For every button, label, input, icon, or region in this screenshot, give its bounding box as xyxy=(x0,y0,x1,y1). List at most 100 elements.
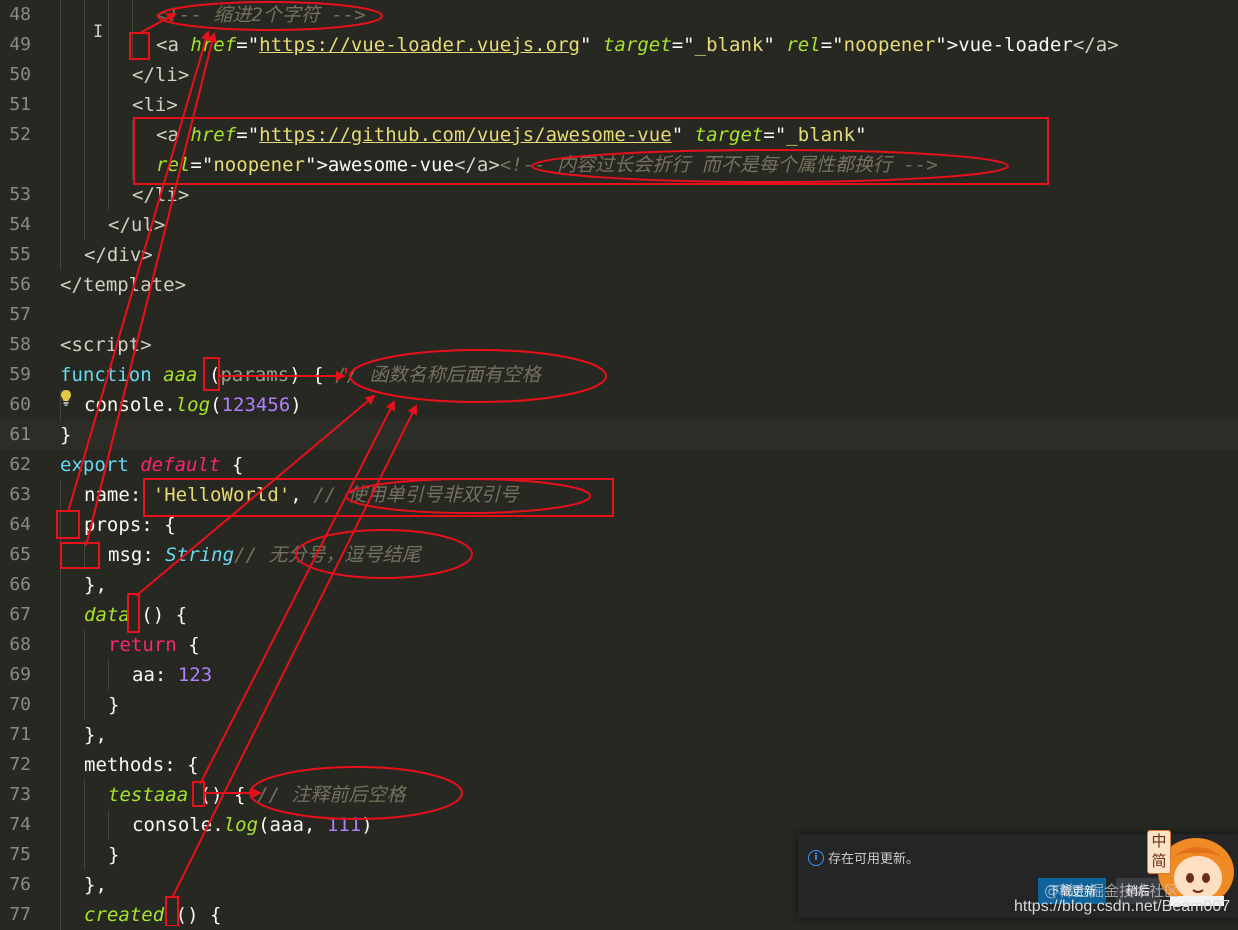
code-text[interactable]: msg: String// 无分号，逗号结尾 xyxy=(108,540,421,570)
code-line[interactable]: 54 </ul> xyxy=(0,210,1238,240)
code-token: </li> xyxy=(132,184,190,206)
line-number: 76 xyxy=(9,874,31,895)
indent-guide xyxy=(60,600,61,630)
code-line[interactable]: 62 export default { xyxy=(0,450,1238,480)
indent-guide xyxy=(60,720,61,750)
code-text[interactable]: }, xyxy=(84,720,107,750)
code-text[interactable]: props: { xyxy=(84,510,176,540)
code-line[interactable]: 66}, xyxy=(0,570,1238,600)
code-text[interactable]: <a href="https://vue-loader.vuejs.org" t… xyxy=(156,30,1119,60)
code-line[interactable]: 52 <a href="https://github.com/vuejs/awes… xyxy=(0,120,1238,150)
code-token: }, xyxy=(84,874,107,896)
code-line[interactable]: rel="noopener">awesome-vue</a><!-- 内容过长会… xyxy=(0,150,1238,180)
line-number: 56 xyxy=(9,274,31,295)
code-text[interactable]: console.log(aaa, 111) xyxy=(132,810,373,840)
code-text[interactable]: } xyxy=(60,420,71,450)
code-line[interactable]: 68 return { xyxy=(0,630,1238,660)
code-line[interactable]: 61} xyxy=(0,420,1238,450)
indent-guide xyxy=(108,180,109,210)
indent-guide xyxy=(60,660,61,690)
code-editor[interactable]: 48 <!-- 缩进2个字符 --> 49 <a href="https://vue-… xyxy=(0,0,1238,930)
code-line[interactable]: 65 msg: String// 无分号，逗号结尾 xyxy=(0,540,1238,570)
code-line[interactable]: 70} xyxy=(0,690,1238,720)
indent-guide xyxy=(60,60,61,90)
code-line[interactable]: 58 <script> xyxy=(0,330,1238,360)
code-line[interactable]: 63 name: 'HelloWorld', // 使用单引号非双引号 xyxy=(0,480,1238,510)
code-token: rel xyxy=(156,154,191,176)
code-line[interactable]: 49 <a href="https://vue-loader.vuejs.org"… xyxy=(0,30,1238,60)
code-text[interactable]: <!-- 缩进2个字符 --> xyxy=(156,0,366,30)
code-text[interactable]: } xyxy=(108,690,119,720)
code-token: log xyxy=(223,814,259,836)
code-token: 111 xyxy=(326,814,362,836)
code-text[interactable]: <a href="https://github.com/vuejs/awesom… xyxy=(156,120,867,150)
code-token: ( xyxy=(210,394,222,416)
code-line[interactable]: 73 testaaa () { // 注释前后空格 xyxy=(0,780,1238,810)
code-token: </div> xyxy=(84,244,153,266)
code-token: <!-- 缩进2个字符 --> xyxy=(156,4,366,26)
line-number: 73 xyxy=(9,784,31,805)
code-line[interactable]: 71}, xyxy=(0,720,1238,750)
code-line[interactable]: 55 </div> xyxy=(0,240,1238,270)
code-token: target xyxy=(694,124,764,146)
code-text[interactable]: return { xyxy=(108,630,200,660)
code-line[interactable]: 48 <!-- 缩进2个字符 --> xyxy=(0,0,1238,30)
code-text[interactable]: export default { xyxy=(60,450,243,480)
code-token: } xyxy=(60,424,72,446)
code-token: href xyxy=(190,124,237,146)
code-text[interactable]: }, xyxy=(84,570,107,600)
code-text[interactable]: methods: { xyxy=(84,750,199,780)
indent-guide xyxy=(60,840,61,870)
line-number: 58 xyxy=(9,334,31,355)
code-text[interactable]: </li> xyxy=(132,60,189,90)
code-text[interactable]: }, xyxy=(84,870,107,900)
code-text[interactable]: </div> xyxy=(84,240,153,270)
code-text[interactable]: <li> xyxy=(132,90,178,120)
line-number: 48 xyxy=(9,4,31,25)
code-text[interactable]: </ul> xyxy=(108,210,165,240)
code-line[interactable]: 51 <li> xyxy=(0,90,1238,120)
code-token: </ul> xyxy=(108,214,166,236)
code-text[interactable]: rel="noopener">awesome-vue</a><!-- 内容过长会… xyxy=(156,150,938,180)
code-text[interactable]: name: 'HelloWorld', // 使用单引号非双引号 xyxy=(84,480,519,510)
code-text[interactable]: aa: 123 xyxy=(132,660,212,690)
language-badge[interactable]: 中 简 xyxy=(1147,830,1171,874)
code-text[interactable]: <script> xyxy=(60,330,152,360)
code-token: https://vue-loader.vuejs.org xyxy=(259,34,581,56)
code-line[interactable]: 69 aa: 123 xyxy=(0,660,1238,690)
code-text[interactable]: function aaa (params) { // 函数名称后面有空格 xyxy=(60,360,541,390)
line-number: 64 xyxy=(9,514,31,535)
code-text[interactable]: } xyxy=(108,840,119,870)
code-line[interactable]: 60 console.log(123456) xyxy=(0,390,1238,420)
lightbulb-icon[interactable] xyxy=(60,389,72,407)
code-text[interactable]: </li> xyxy=(132,180,189,210)
code-text[interactable]: testaaa () { // 注释前后空格 xyxy=(108,780,405,810)
code-line[interactable]: 67 data () { xyxy=(0,600,1238,630)
code-text[interactable]: console.log(123456) xyxy=(84,390,302,420)
code-text[interactable]: data () { xyxy=(84,600,187,630)
code-line[interactable]: 56 </template> xyxy=(0,270,1238,300)
line-number: 57 xyxy=(9,304,31,325)
indent-guide xyxy=(84,630,85,660)
code-line[interactable]: 59 function aaa (params) { // 函数名称后面有空格 xyxy=(0,360,1238,390)
indent-guide xyxy=(108,150,109,180)
code-line[interactable]: 72 methods: { xyxy=(0,750,1238,780)
badge-bottom-char: 简 xyxy=(1151,852,1167,870)
code-line[interactable]: 53 </li> xyxy=(0,180,1238,210)
line-number: 68 xyxy=(9,634,31,655)
code-text[interactable]: </template> xyxy=(60,270,186,300)
indent-guide xyxy=(108,90,109,120)
code-token: log xyxy=(175,394,211,416)
code-token: // 函数名称后面有空格 xyxy=(335,364,541,386)
code-token: (aaa, xyxy=(258,814,327,836)
indent-guide xyxy=(60,510,61,540)
line-number: 70 xyxy=(9,694,31,715)
code-token: </a> xyxy=(1072,34,1119,56)
code-line[interactable]: 50 </li> xyxy=(0,60,1238,90)
code-token: =" xyxy=(820,34,844,56)
code-line[interactable]: 64 props: { xyxy=(0,510,1238,540)
code-line[interactable]: 57 xyxy=(0,300,1238,330)
code-token: noopener xyxy=(213,154,305,176)
code-token: =" xyxy=(236,124,260,146)
line-number: 49 xyxy=(9,34,31,55)
